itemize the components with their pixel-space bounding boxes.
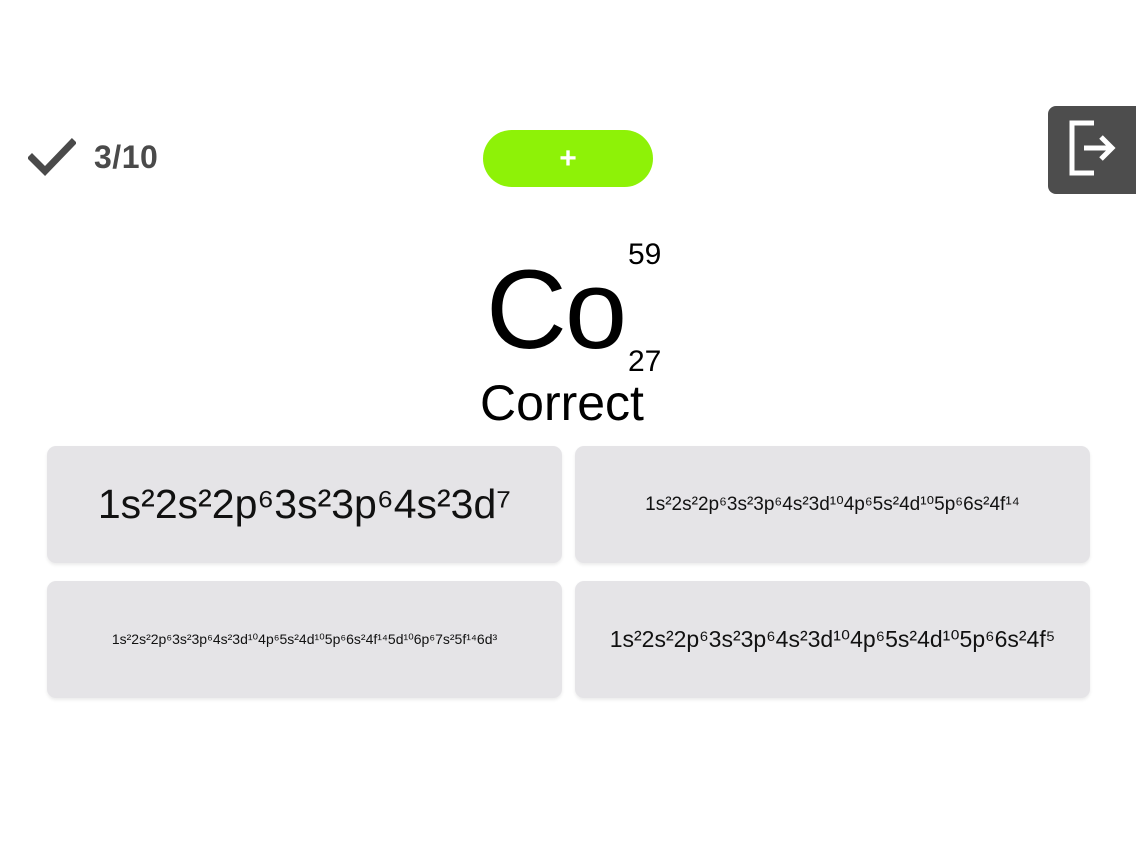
- answer-feedback: Correct: [480, 375, 644, 431]
- answer-option-text: 1s²2s²2p⁶3s²3p⁶4s²3d¹⁰4p⁶5s²4d¹⁰5p⁶6s²4f…: [609, 626, 1056, 652]
- game-screen: 3/10 + 59 Co 27 Correct 1s²2s²2p⁶3s²3p⁶4…: [0, 0, 1136, 852]
- answer-option-1[interactable]: 1s²2s²2p⁶3s²3p⁶4s²3d⁷: [47, 446, 562, 563]
- answer-option-3[interactable]: 1s²2s²2p⁶3s²3p⁶4s²3d¹⁰4p⁶5s²4d¹⁰5p⁶6s²4f…: [47, 581, 562, 698]
- mass-number: 59: [628, 238, 662, 271]
- element-symbol: Co: [486, 247, 627, 372]
- element-display: 59 Co 27 Correct: [0, 0, 1136, 440]
- answer-option-4[interactable]: 1s²2s²2p⁶3s²3p⁶4s²3d¹⁰4p⁶5s²4d¹⁰5p⁶6s²4f…: [575, 581, 1090, 698]
- answer-option-text: 1s²2s²2p⁶3s²3p⁶4s²3d¹⁰4p⁶5s²4d¹⁰5p⁶6s²4f…: [111, 631, 498, 647]
- answer-option-2[interactable]: 1s²2s²2p⁶3s²3p⁶4s²3d¹⁰4p⁶5s²4d¹⁰5p⁶6s²4f…: [575, 446, 1090, 563]
- answer-option-text: 1s²2s²2p⁶3s²3p⁶4s²3d⁷: [97, 481, 512, 527]
- answer-option-text: 1s²2s²2p⁶3s²3p⁶4s²3d¹⁰4p⁶5s²4d¹⁰5p⁶6s²4f…: [645, 494, 1020, 515]
